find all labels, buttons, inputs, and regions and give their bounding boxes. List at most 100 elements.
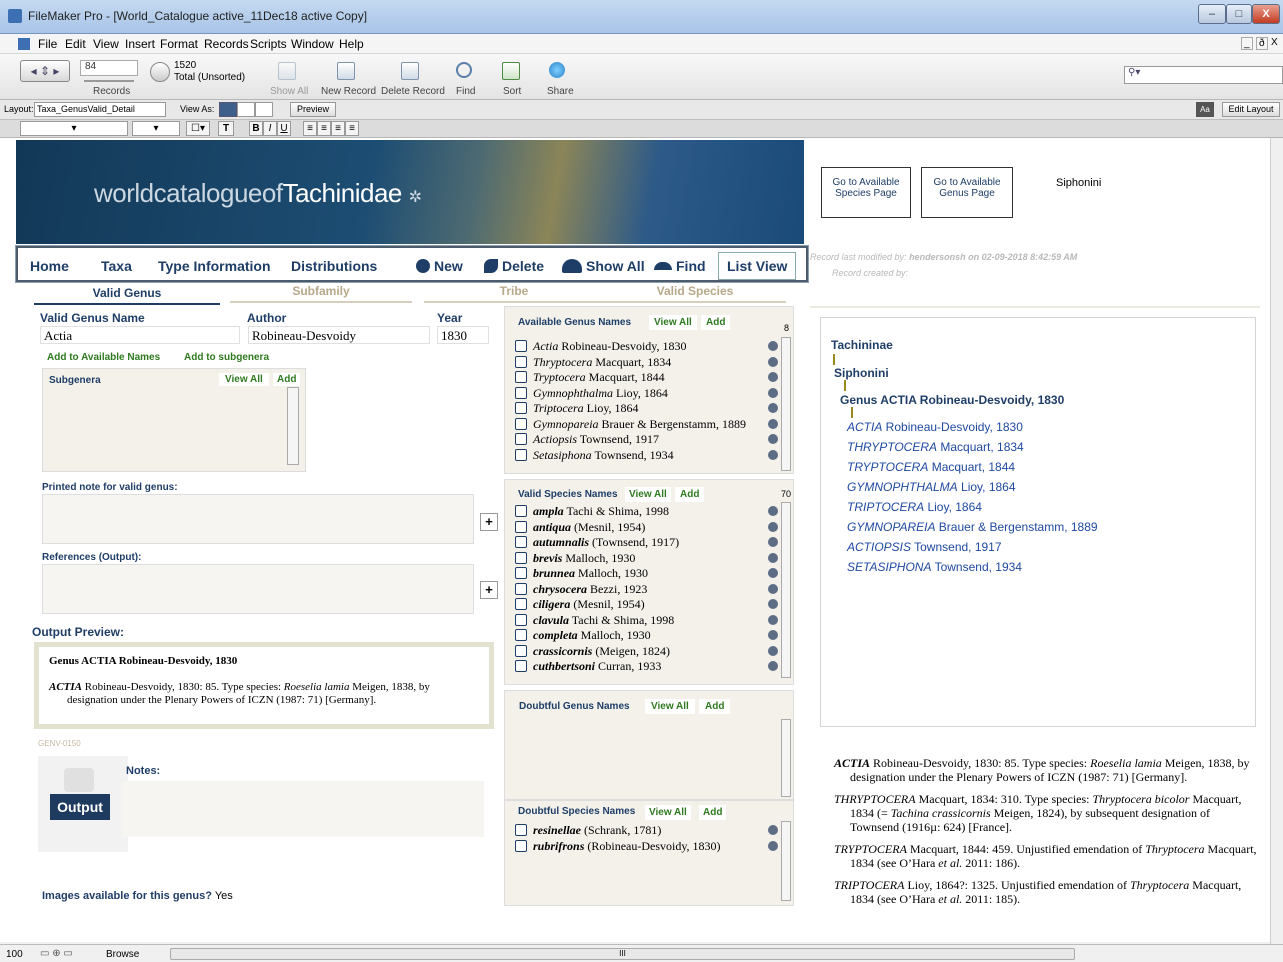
valid-genus-name-field[interactable]: Actia	[40, 326, 240, 344]
doubtful-species-row[interactable]: resinellae (Schrank, 1781)	[515, 823, 781, 839]
record-navigator[interactable]: ◂ ⇕ ▸	[20, 60, 70, 82]
edit-icon[interactable]	[768, 521, 778, 532]
edit-icon[interactable]	[768, 630, 778, 640]
notes-field[interactable]	[122, 781, 484, 837]
go-to-record-icon[interactable]	[515, 660, 527, 672]
text-style-button[interactable]: T	[218, 121, 234, 136]
printed-note-field[interactable]	[42, 494, 474, 544]
align-center-button[interactable]: ≡	[317, 121, 331, 136]
tree-name-link[interactable]: THRYPTOCERA Macquart, 1834	[847, 440, 1247, 460]
go-to-record-icon[interactable]	[515, 505, 527, 517]
nav-type-information[interactable]: Type Information	[158, 258, 271, 274]
valid-species-row[interactable]: brevis Malloch, 1930	[515, 551, 781, 567]
mode-indicator[interactable]: Browse	[106, 949, 139, 960]
available-genus-row[interactable]: Gymnophthalma Lioy, 1864	[515, 386, 781, 402]
maximize-button[interactable]: □	[1226, 4, 1252, 24]
edit-icon[interactable]	[768, 403, 778, 413]
available-genus-row[interactable]: Setasiphona Townsend, 1934	[515, 448, 781, 464]
available-genus-scrollbar[interactable]	[781, 337, 791, 471]
italic-button[interactable]: I	[263, 121, 277, 136]
edit-icon[interactable]	[768, 341, 778, 351]
edit-icon[interactable]	[768, 506, 778, 516]
justify-button[interactable]: ≡	[345, 121, 359, 136]
go-to-record-icon[interactable]	[515, 340, 527, 352]
nav-taxa[interactable]: Taxa	[101, 258, 132, 274]
valid-species-view-all-button[interactable]: View All	[625, 487, 671, 502]
subgenera-view-all-button[interactable]: View All	[219, 373, 269, 386]
edit-icon[interactable]	[768, 599, 778, 609]
menu-format[interactable]: Format	[160, 37, 198, 51]
edit-icon[interactable]	[768, 434, 778, 444]
go-to-genus-button[interactable]: Go to Available Genus Page	[921, 167, 1013, 218]
doubtful-species-view-all-button[interactable]: View All	[645, 805, 691, 820]
available-genus-add-button[interactable]: Add	[701, 315, 731, 330]
underline-button[interactable]: U	[277, 121, 291, 136]
edit-icon[interactable]	[768, 661, 778, 671]
format-text-button[interactable]: Aa	[1196, 102, 1214, 117]
quick-find-input[interactable]	[1124, 66, 1283, 84]
vertical-scrollbar[interactable]	[1270, 138, 1283, 944]
edit-icon[interactable]	[768, 614, 778, 625]
available-genus-view-all-button[interactable]: View All	[649, 315, 697, 330]
valid-species-add-button[interactable]: Add	[675, 487, 705, 502]
available-genus-row[interactable]: Gymnopareia Brauer & Bergenstamm, 1889	[515, 417, 781, 433]
edit-icon[interactable]	[768, 825, 778, 835]
edit-icon[interactable]	[768, 418, 778, 429]
available-genus-row[interactable]: Actia Robineau-Desvoidy, 1830	[515, 339, 781, 355]
sort-button[interactable]: Sort	[503, 86, 521, 97]
new-record-button[interactable]: New Record	[321, 86, 376, 97]
doc-restore-button[interactable]: ð	[1256, 37, 1268, 50]
valid-species-row[interactable]: completa Malloch, 1930	[515, 628, 781, 644]
align-right-button[interactable]: ≡	[331, 121, 345, 136]
form-view-button[interactable]	[219, 102, 237, 117]
menu-scripts[interactable]: Scripts	[250, 37, 287, 51]
tree-name-link[interactable]: TRYPTOCERA Macquart, 1844	[847, 460, 1247, 480]
align-left-button[interactable]: ≡	[303, 121, 317, 136]
valid-species-row[interactable]: clavula Tachi & Shima, 1998	[515, 613, 781, 629]
close-window-button[interactable]: X	[1252, 4, 1280, 24]
go-to-record-icon[interactable]	[515, 371, 527, 383]
doubtful-genus-add-button[interactable]: Add	[699, 699, 731, 714]
go-to-record-icon[interactable]	[515, 448, 527, 461]
new-button[interactable]: New	[416, 258, 463, 274]
menu-file[interactable]: File	[38, 37, 57, 51]
go-to-record-icon[interactable]	[515, 536, 527, 548]
valid-species-row[interactable]: ampla Tachi & Shima, 1998	[515, 504, 781, 520]
output-button[interactable]: Output	[50, 794, 110, 820]
tree-name-link[interactable]: TRIPTOCERA Lioy, 1864	[847, 500, 1247, 520]
doubtful-genus-view-all-button[interactable]: View All	[645, 699, 695, 714]
menu-edit[interactable]: Edit	[65, 37, 86, 51]
go-to-record-icon[interactable]	[515, 551, 527, 564]
go-to-record-icon[interactable]	[515, 433, 527, 445]
list-view-button[interactable]: List View	[718, 252, 797, 280]
edit-icon[interactable]	[768, 356, 778, 367]
text-color-button[interactable]: ☐▾	[186, 121, 210, 136]
show-all-button[interactable]: Show All	[270, 86, 308, 97]
add-to-available-names-button[interactable]: Add to Available Names	[40, 350, 168, 365]
minimize-button[interactable]: –	[1198, 4, 1226, 24]
zoom-level[interactable]: 100	[6, 949, 23, 960]
edit-icon[interactable]	[768, 372, 778, 382]
delete-record-button[interactable]: Delete Record	[381, 86, 445, 97]
go-to-record-icon[interactable]	[515, 839, 527, 852]
available-genus-row[interactable]: Actiopsis Townsend, 1917	[515, 432, 781, 448]
valid-species-row[interactable]: chrysocera Bezzi, 1923	[515, 582, 781, 598]
go-to-record-icon[interactable]	[515, 386, 527, 399]
zoom-controls[interactable]: ▭ ⊕ ▭	[40, 948, 73, 959]
valid-species-scrollbar[interactable]	[781, 502, 791, 678]
edit-icon[interactable]	[768, 449, 778, 460]
table-view-button[interactable]	[255, 102, 273, 117]
doubtful-species-scrollbar[interactable]	[781, 821, 791, 901]
doubtful-species-row[interactable]: rubrifrons (Robineau-Desvoidy, 1830)	[515, 839, 781, 855]
subgenera-scrollbar[interactable]	[287, 387, 299, 465]
record-slider[interactable]	[84, 80, 134, 82]
valid-species-row[interactable]: autumnalis (Townsend, 1917)	[515, 535, 781, 551]
valid-species-row[interactable]: antiqua (Mesnil, 1954)	[515, 520, 781, 536]
edit-icon[interactable]	[768, 537, 778, 547]
menu-help[interactable]: Help	[339, 37, 364, 51]
available-genus-row[interactable]: Triptocera Lioy, 1864	[515, 401, 781, 417]
menu-window[interactable]: Window	[291, 37, 334, 51]
year-field[interactable]: 1830	[437, 326, 489, 344]
find-nav-button[interactable]: Find	[654, 258, 706, 274]
menu-insert[interactable]: Insert	[125, 37, 155, 51]
